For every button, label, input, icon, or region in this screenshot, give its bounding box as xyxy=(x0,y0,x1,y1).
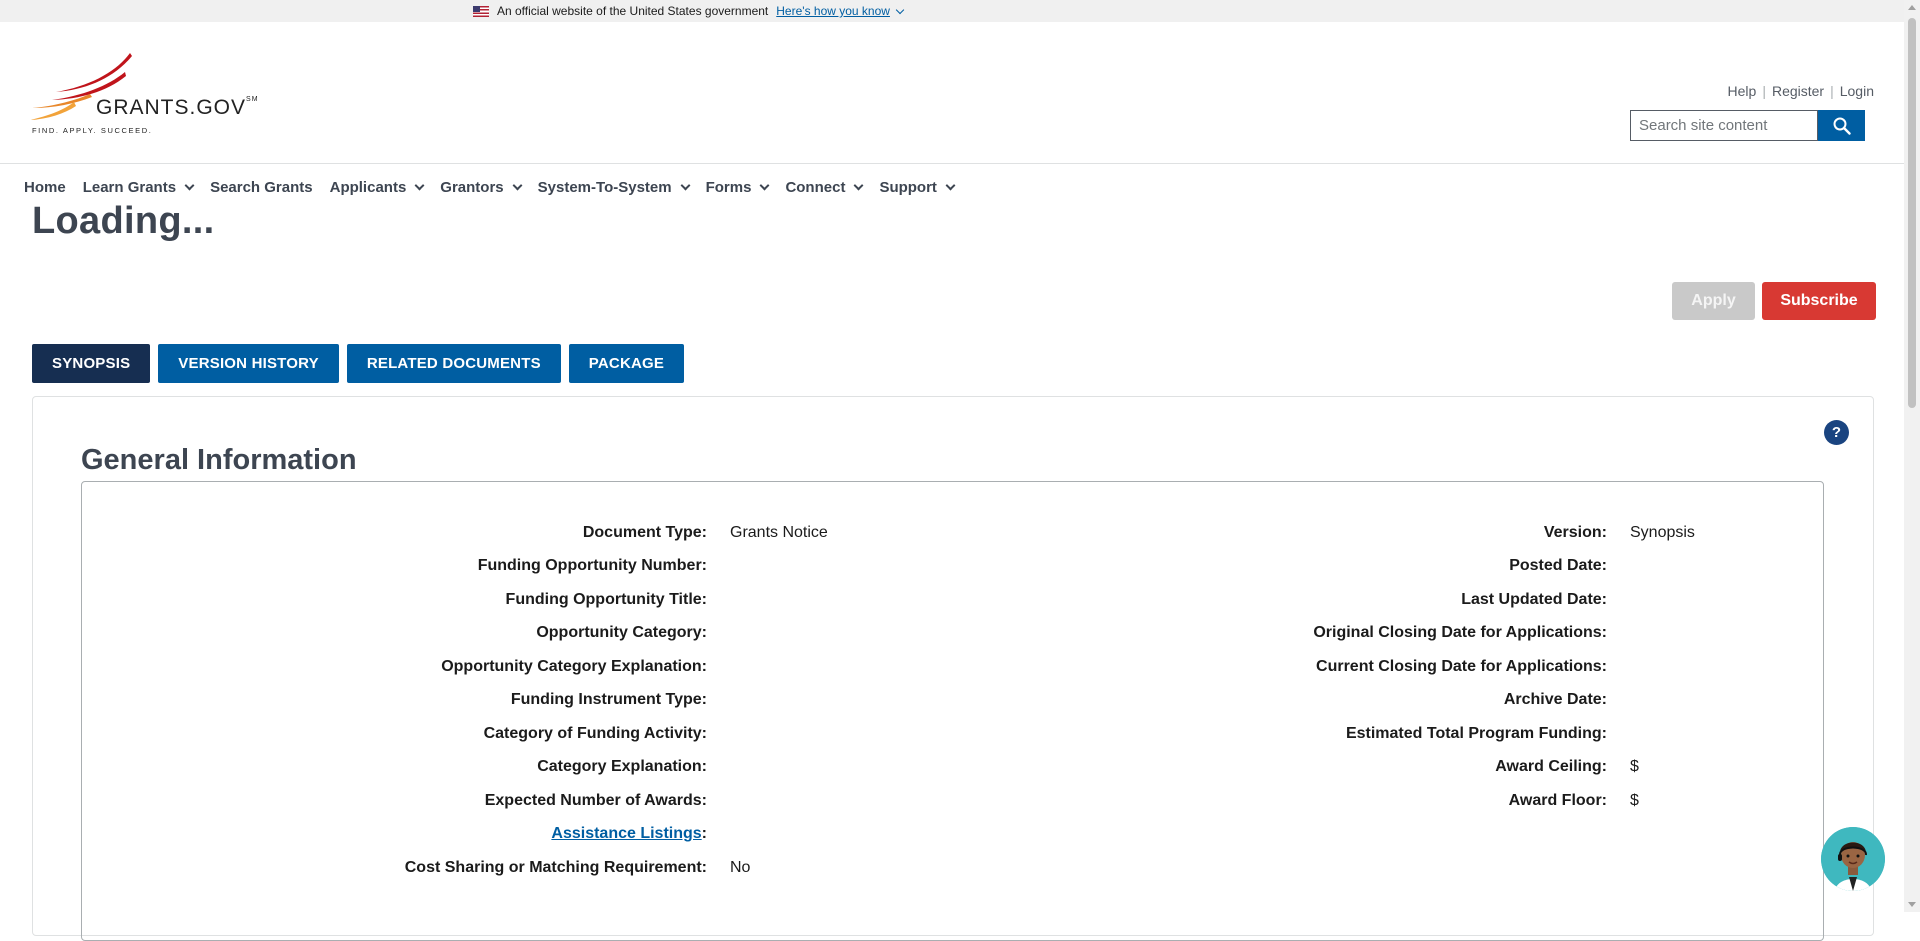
nav-support[interactable]: Support xyxy=(879,179,956,196)
nav-label: Forms xyxy=(705,179,752,196)
assistance-listings-label: Assistance Listings: xyxy=(551,825,707,843)
nav-label: Learn Grants xyxy=(82,179,177,196)
logo-tagline: FIND. APPLY. SUCCEED. xyxy=(32,126,153,135)
nav-label: Support xyxy=(879,179,937,196)
separator: | xyxy=(1762,83,1766,99)
heres-how-you-know-link[interactable]: Here's how you know xyxy=(776,4,890,18)
chevron-down-icon xyxy=(414,180,425,191)
gov-banner-text: An official website of the United States… xyxy=(497,4,769,18)
us-flag-icon xyxy=(473,5,489,17)
main-nav: Home Learn Grants Search Grants Applican… xyxy=(24,179,971,196)
estimated-total-funding-label: Estimated Total Program Funding: xyxy=(1345,725,1607,742)
separator: | xyxy=(1830,83,1834,99)
funding-instrument-type-label: Funding Instrument Type: xyxy=(510,691,707,708)
nav-applicants[interactable]: Applicants xyxy=(329,179,425,196)
archive-date-label: Archive Date: xyxy=(1503,691,1607,708)
posted-date-label: Posted Date: xyxy=(1509,557,1607,574)
funding-opportunity-title-label: Funding Opportunity Title: xyxy=(505,591,707,608)
nav-grantors[interactable]: Grantors xyxy=(440,179,523,196)
header-divider xyxy=(0,163,1904,164)
chat-assistant-avatar-icon[interactable] xyxy=(1821,827,1885,891)
chevron-down-icon[interactable] xyxy=(895,5,905,14)
site-search xyxy=(1630,110,1865,141)
scroll-up-icon[interactable] xyxy=(1908,5,1916,10)
nav-connect[interactable]: Connect xyxy=(785,179,864,196)
nav-learn-grants[interactable]: Learn Grants xyxy=(82,179,195,196)
tab-related-documents[interactable]: RELATED DOCUMENTS xyxy=(346,344,561,383)
version-value: Synopsis xyxy=(1630,524,1695,541)
label-colon: : xyxy=(701,825,707,842)
opportunity-category-explanation-label: Opportunity Category Explanation: xyxy=(441,658,707,675)
nav-forms[interactable]: Forms xyxy=(705,179,770,196)
section-title: General Information xyxy=(81,444,357,476)
register-link[interactable]: Register xyxy=(1772,83,1824,99)
version-label: Version: xyxy=(1543,524,1607,541)
category-explanation-label: Category Explanation: xyxy=(537,758,707,775)
apply-button[interactable]: Apply xyxy=(1672,282,1755,320)
category-of-funding-activity-label: Category of Funding Activity: xyxy=(483,725,707,742)
general-info-box xyxy=(81,481,1824,941)
chevron-down-icon xyxy=(853,180,864,191)
opportunity-tabs: SYNOPSIS VERSION HISTORY RELATED DOCUMEN… xyxy=(32,344,685,383)
search-icon xyxy=(1833,117,1851,135)
nav-search-grants[interactable]: Search Grants xyxy=(210,179,313,196)
nav-home[interactable]: Home xyxy=(24,179,66,196)
chevron-down-icon xyxy=(945,180,956,191)
nav-label: Connect xyxy=(785,179,846,196)
subscribe-button[interactable]: Subscribe xyxy=(1762,282,1876,320)
gov-banner: An official website of the United States… xyxy=(0,0,1904,22)
tab-version-history[interactable]: VERSION HISTORY xyxy=(158,344,339,383)
utility-links: Help | Register | Login xyxy=(1728,83,1874,99)
cost-sharing-label: Cost Sharing or Matching Requirement: xyxy=(404,859,707,876)
nav-label: System-To-System xyxy=(537,179,672,196)
document-type-label: Document Type: xyxy=(582,524,707,541)
document-type-value: Grants Notice xyxy=(730,524,828,541)
nav-label: Search Grants xyxy=(210,179,313,196)
help-link[interactable]: Help xyxy=(1728,83,1757,99)
nav-label: Applicants xyxy=(329,179,407,196)
login-link[interactable]: Login xyxy=(1840,83,1874,99)
nav-label: Home xyxy=(24,179,66,196)
award-floor-value: $ xyxy=(1630,792,1639,809)
chevron-down-icon xyxy=(184,180,195,191)
chevron-down-icon xyxy=(512,180,523,191)
page-scrollbar[interactable] xyxy=(1904,0,1920,912)
award-ceiling-label: Award Ceiling: xyxy=(1495,758,1607,775)
funding-opportunity-number-label: Funding Opportunity Number: xyxy=(477,557,707,574)
scrollbar-thumb[interactable] xyxy=(1908,18,1916,408)
chat-agent-icon xyxy=(1821,827,1885,891)
opportunity-category-label: Opportunity Category: xyxy=(536,624,707,641)
nav-label: Grantors xyxy=(440,179,504,196)
help-question-icon[interactable]: ? xyxy=(1824,420,1849,445)
nav-system-to-system[interactable]: System-To-System xyxy=(537,179,691,196)
logo-wordmark: GRANTS.GOVSM xyxy=(96,96,259,119)
expected-number-of-awards-label: Expected Number of Awards: xyxy=(484,792,707,809)
grants-gov-logo[interactable]: GRANTS.GOVSM FIND. APPLY. SUCCEED. xyxy=(30,50,285,138)
award-ceiling-value: $ xyxy=(1630,758,1639,775)
tab-package[interactable]: PACKAGE xyxy=(568,344,685,383)
original-closing-date-label: Original Closing Date for Applications: xyxy=(1313,624,1607,641)
tab-synopsis[interactable]: SYNOPSIS xyxy=(32,344,151,383)
search-button[interactable] xyxy=(1818,110,1865,141)
cost-sharing-value: No xyxy=(730,859,751,876)
last-updated-date-label: Last Updated Date: xyxy=(1461,591,1607,608)
search-input[interactable] xyxy=(1630,110,1818,141)
assistance-listings-link[interactable]: Assistance Listings xyxy=(551,825,701,842)
current-closing-date-label: Current Closing Date for Applications: xyxy=(1316,658,1607,675)
scroll-down-icon[interactable] xyxy=(1908,902,1916,907)
award-floor-label: Award Floor: xyxy=(1508,792,1607,809)
chevron-down-icon xyxy=(759,180,770,191)
page-title: Loading... xyxy=(32,200,215,242)
chevron-down-icon xyxy=(680,180,691,191)
